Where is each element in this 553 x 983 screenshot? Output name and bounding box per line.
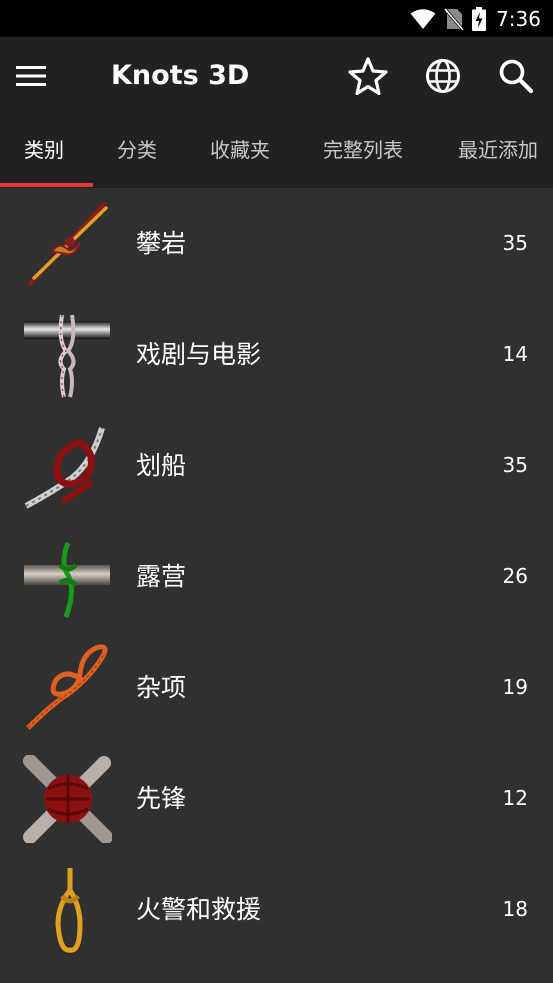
pioneering-knot-icon — [23, 755, 112, 843]
language-button[interactable] — [422, 55, 464, 97]
status-time: 7:36 — [496, 6, 541, 31]
list-item[interactable]: 杂项 19 — [0, 632, 553, 743]
category-count: 19 — [502, 675, 528, 699]
tab-bar: 类别 分类 收藏夹 完整列表 最近添加 — [0, 114, 553, 188]
favorite-button[interactable] — [347, 55, 389, 97]
status-icons: 7:36 — [410, 0, 541, 37]
category-count: 35 — [502, 453, 528, 477]
no-sim-icon — [444, 7, 465, 31]
globe-icon — [426, 59, 460, 93]
wifi-icon — [410, 8, 436, 29]
category-list: 攀岩 35 戏剧与电影 14 划船 35 露营 26 杂项 19 先锋 12 火… — [0, 188, 553, 983]
category-count: 18 — [502, 897, 528, 921]
active-tab-indicator — [0, 183, 93, 187]
star-outline-icon — [348, 57, 388, 95]
tab-categories[interactable]: 类别 — [24, 114, 64, 188]
category-label: 戏剧与电影 — [136, 340, 262, 369]
list-item[interactable]: 划船 35 — [0, 410, 553, 521]
app-title: Knots 3D — [111, 60, 250, 91]
category-count: 26 — [502, 564, 528, 588]
tab-classification[interactable]: 分类 — [117, 114, 157, 188]
list-item[interactable]: 先锋 12 — [0, 743, 553, 854]
list-item[interactable]: 戏剧与电影 14 — [0, 299, 553, 410]
menu-icon — [16, 66, 46, 86]
app-bar: Knots 3D — [0, 37, 553, 114]
menu-button[interactable] — [16, 55, 70, 97]
category-count: 12 — [502, 786, 528, 810]
category-count: 35 — [502, 231, 528, 255]
misc-knot-icon — [26, 644, 108, 730]
boating-knot-icon — [24, 427, 105, 509]
list-item[interactable]: 露营 26 — [0, 521, 553, 632]
category-count: 14 — [502, 342, 528, 366]
category-label: 露营 — [136, 562, 187, 591]
climbing-knot-icon — [28, 202, 108, 286]
search-button[interactable] — [495, 55, 537, 97]
search-icon — [499, 59, 534, 94]
tab-recently-added[interactable]: 最近添加 — [458, 114, 538, 188]
list-item[interactable]: 火警和救援 18 — [0, 854, 553, 965]
category-label: 火警和救援 — [136, 895, 262, 924]
theatre-knot-icon — [24, 314, 110, 398]
category-label: 划船 — [136, 451, 187, 480]
fire-rescue-knot-icon — [55, 868, 83, 953]
battery-charging-icon — [472, 6, 487, 31]
camping-knot-icon — [24, 542, 110, 618]
tab-full-list[interactable]: 完整列表 — [323, 114, 403, 188]
category-label: 杂项 — [136, 673, 187, 702]
tab-favorites[interactable]: 收藏夹 — [210, 114, 270, 188]
category-label: 先锋 — [136, 784, 187, 813]
status-bar: 7:36 — [0, 0, 553, 37]
list-item[interactable]: 攀岩 35 — [0, 188, 553, 299]
category-label: 攀岩 — [136, 229, 187, 258]
